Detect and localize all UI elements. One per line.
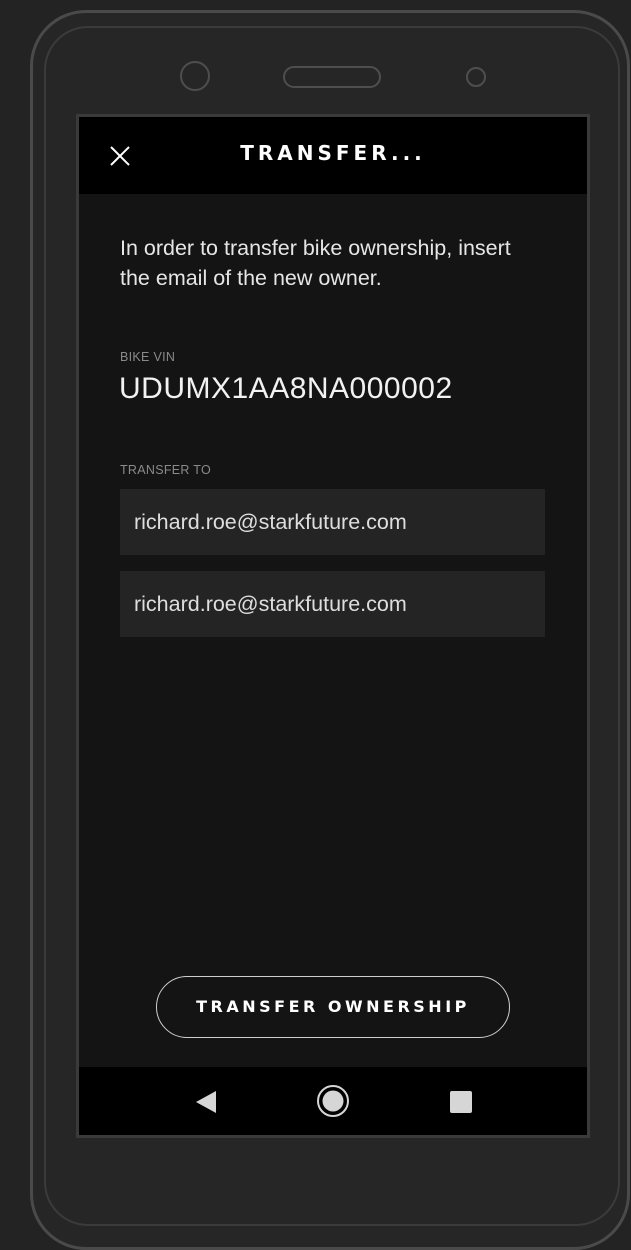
nav-recents-button[interactable] bbox=[450, 1091, 472, 1113]
page-title: TRANSFER... bbox=[240, 141, 426, 165]
app-screen: TRANSFER... In order to transfer bike ow… bbox=[76, 114, 590, 1138]
nav-back-button[interactable] bbox=[194, 1089, 218, 1115]
confirm-owner-email-field[interactable] bbox=[120, 571, 545, 637]
transfer-ownership-button[interactable]: TRANSFER OWNERSHIP bbox=[156, 976, 510, 1038]
home-circle-icon bbox=[317, 1085, 349, 1117]
nav-home-button[interactable] bbox=[316, 1084, 350, 1118]
system-nav-bar bbox=[79, 1067, 587, 1135]
intro-text: In order to transfer bike ownership, ins… bbox=[120, 236, 511, 290]
earpiece-speaker bbox=[283, 66, 381, 88]
transfer-to-label: TRANSFER TO bbox=[120, 463, 212, 477]
back-triangle-icon bbox=[196, 1091, 216, 1113]
proximity-sensor bbox=[466, 67, 486, 87]
front-camera bbox=[180, 61, 210, 91]
bike-vin-value: UDUMX1AA8NA000002 bbox=[119, 372, 453, 405]
new-owner-email-field[interactable] bbox=[120, 489, 545, 555]
bike-vin-label: BIKE VIN bbox=[120, 350, 176, 364]
app-header: TRANSFER... bbox=[79, 117, 587, 194]
